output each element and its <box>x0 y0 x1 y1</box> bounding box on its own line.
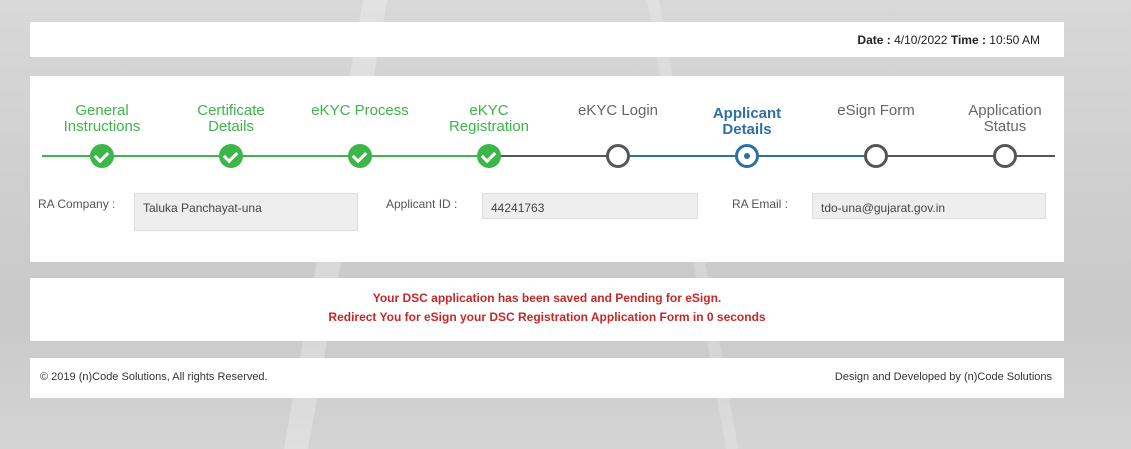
copyright-text: © 2019 (n)Code Solutions, All rights Res… <box>40 371 268 383</box>
time-value: 10:50 AM <box>989 33 1040 47</box>
stepper-track <box>618 155 747 157</box>
check-circle-icon <box>219 144 243 168</box>
check-circle-icon <box>348 144 372 168</box>
stepper-track <box>360 155 489 157</box>
stepper-track <box>231 155 360 157</box>
step-label: eKYC Process <box>311 102 409 119</box>
ra-company-label: RA Company : <box>38 197 116 211</box>
stepper-track <box>489 155 618 157</box>
check-circle-icon <box>90 144 114 168</box>
applicant-id-field[interactable]: 44241763 <box>482 193 698 219</box>
saved-message: Your DSC application has been saved and … <box>372 291 722 305</box>
footer: © 2019 (n)Code Solutions, All rights Res… <box>30 358 1064 398</box>
date-label: Date : <box>857 33 891 47</box>
stepper-track <box>876 155 1005 157</box>
date-time-bar: Date : 4/10/2022 Time : 10:50 AM <box>30 22 1064 57</box>
stepper-track <box>102 155 231 157</box>
step-label: Certificate Details <box>197 102 265 135</box>
check-circle-icon <box>477 144 501 168</box>
credit-text: Design and Developed by (n)Code Solution… <box>834 371 1052 383</box>
ra-email-field[interactable]: tdo-una@gujarat.gov.in <box>812 193 1046 219</box>
progress-stepper: General Instructions Certificate Details e… <box>30 76 1064 196</box>
ra-email-label: RA Email : <box>732 197 789 211</box>
step-label: eSign Form <box>837 102 915 119</box>
step-label: Applicant Details <box>712 105 782 138</box>
step-label: eKYC Registration <box>448 102 530 135</box>
redirect-message: Redirect You for eSign your DSC Registra… <box>328 310 766 324</box>
application-wizard: General Instructions Certificate Details e… <box>30 76 1064 262</box>
ra-company-field[interactable]: Taluka Panchayat-una <box>134 193 358 231</box>
empty-circle-icon <box>864 144 888 168</box>
applicant-id-label: Applicant ID : <box>386 197 458 211</box>
step-label: General Instructions <box>63 102 141 135</box>
status-message-panel: Your DSC application has been saved and … <box>30 278 1064 341</box>
date-value: 4/10/2022 <box>894 33 948 47</box>
empty-circle-icon <box>993 144 1017 168</box>
time-label: Time : <box>950 33 986 47</box>
active-step-icon <box>735 144 759 168</box>
step-label: eKYC Login <box>577 102 659 119</box>
empty-circle-icon <box>606 144 630 168</box>
step-label: Application Status <box>968 102 1042 135</box>
date-time-display: Date : 4/10/2022 Time : 10:50 AM <box>857 33 1040 47</box>
stepper-track <box>747 155 876 157</box>
